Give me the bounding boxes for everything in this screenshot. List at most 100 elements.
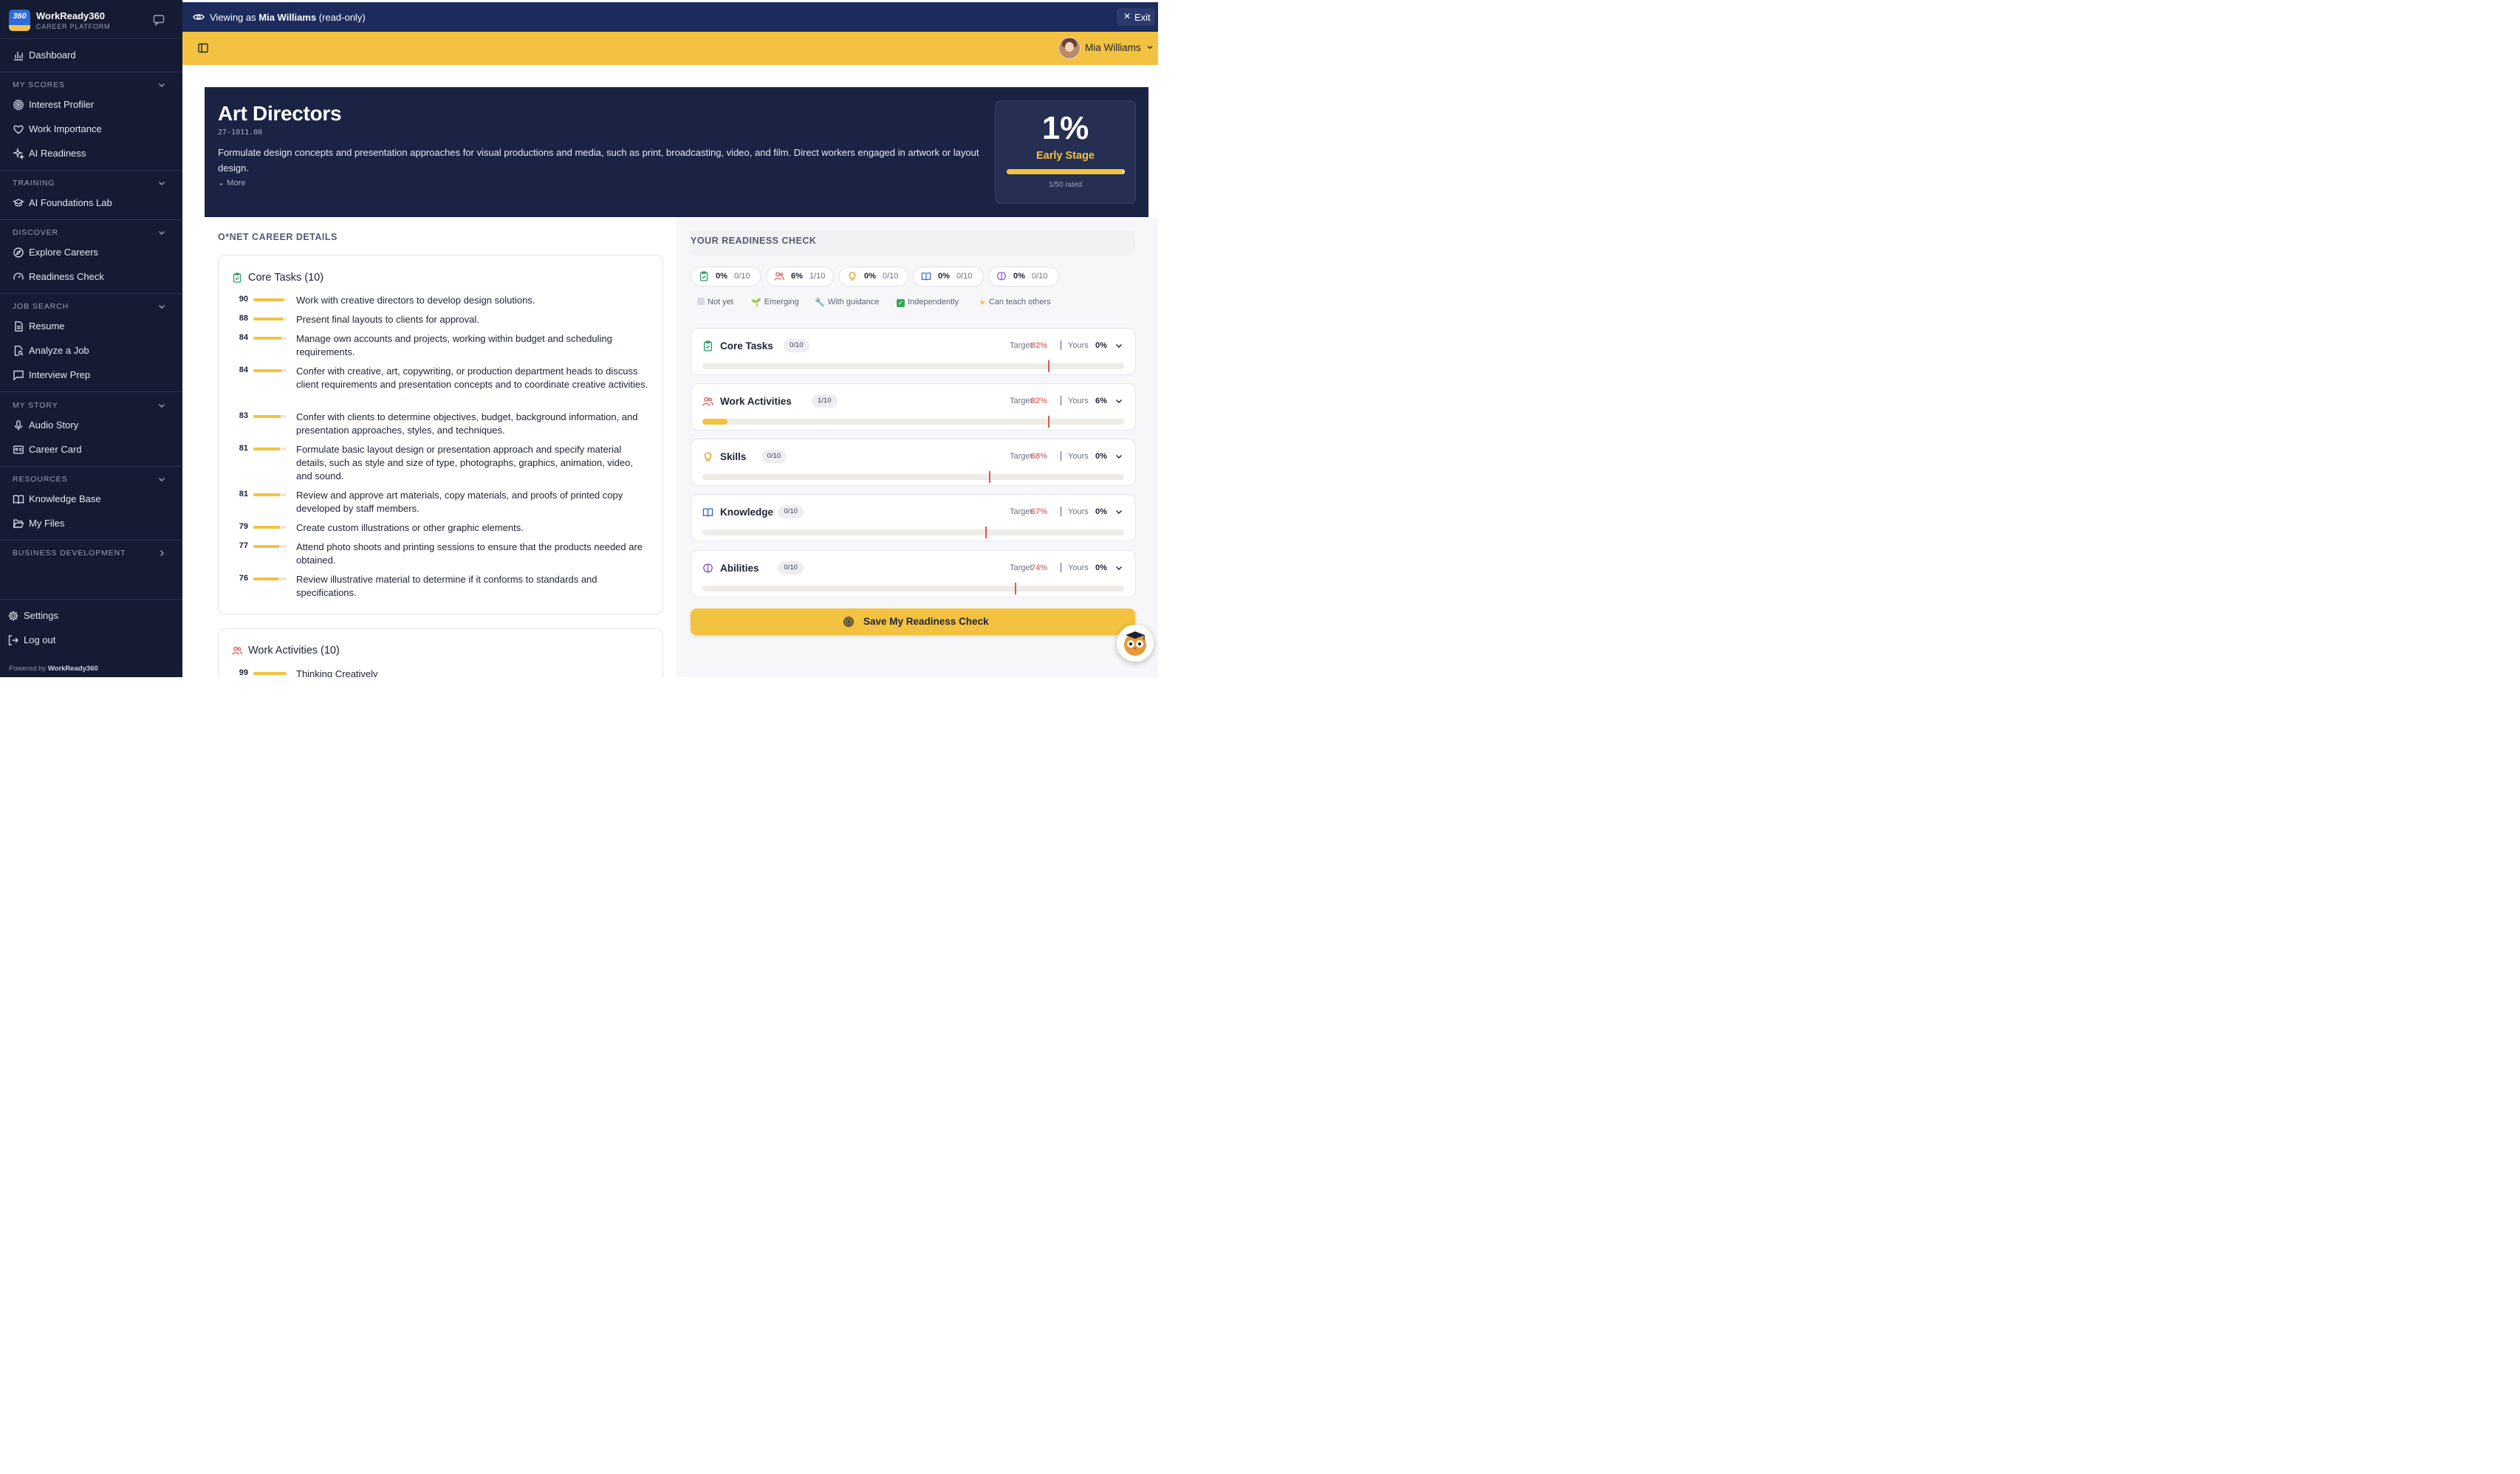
target-value: 74% bbox=[1031, 563, 1048, 572]
category-progress-fill bbox=[702, 419, 728, 425]
legend-with-guidance: 🔧 With guidance bbox=[815, 298, 879, 307]
legend-label: With guidance bbox=[827, 298, 880, 306]
chevron-down-icon[interactable] bbox=[1115, 452, 1123, 461]
chevron-down-icon[interactable] bbox=[157, 80, 166, 89]
sidebar-item-ai-foundations-lab[interactable]: AI Foundations Lab bbox=[0, 192, 182, 214]
sidebar-item-analyze-a-job[interactable]: Analyze a Job bbox=[0, 340, 182, 362]
sidebar-item-interview-prep[interactable]: Interview Prep bbox=[0, 364, 182, 386]
chevron-down-icon[interactable] bbox=[1146, 44, 1154, 51]
avatar-face bbox=[1065, 42, 1074, 52]
chevron-down-icon[interactable] bbox=[157, 228, 166, 237]
sidebar-divider bbox=[0, 170, 182, 171]
sidebar-item-label: Work Importance bbox=[29, 123, 102, 134]
sidebar-item-my-files[interactable]: My Files bbox=[0, 513, 182, 535]
legend-label: Independently bbox=[908, 298, 959, 306]
readiness-category-abilities[interactable]: Abilities 0/10 Target 74% Yours 0% bbox=[691, 550, 1136, 597]
sidebar-item-settings[interactable]: Settings bbox=[0, 605, 182, 627]
target-marker bbox=[989, 471, 991, 483]
task-text: Thinking Creatively bbox=[296, 668, 378, 677]
sidebar-item-label: My Files bbox=[29, 518, 65, 529]
more-toggle[interactable]: ⌄ More bbox=[218, 178, 245, 188]
chat-icon[interactable] bbox=[153, 14, 165, 26]
task-score-bar bbox=[253, 448, 287, 450]
readiness-category-knowledge[interactable]: Knowledge 0/10 Target 67% Yours 0% bbox=[691, 494, 1136, 541]
task-text: Formulate basic layout design or present… bbox=[296, 444, 633, 481]
exit-button[interactable]: ✕ Exit bbox=[1117, 8, 1155, 26]
readiness-category-skills[interactable]: Skills 0/10 Target 68% Yours 0% bbox=[691, 439, 1136, 486]
chevron-down-icon[interactable] bbox=[157, 475, 166, 484]
chip-fraction: 1/10 bbox=[809, 272, 826, 281]
bar-chart-icon bbox=[14, 52, 23, 61]
task-score-fill bbox=[253, 318, 283, 320]
chevron-down-icon: ⌄ bbox=[218, 179, 225, 188]
task-score: 90 bbox=[239, 295, 248, 304]
chevron-down-icon[interactable] bbox=[1115, 341, 1123, 350]
viewing-suffix: (read-only) bbox=[318, 12, 366, 23]
sidebar-item-work-importance[interactable]: Work Importance bbox=[0, 118, 182, 140]
work-activities-title: Work Activities (10) bbox=[248, 645, 340, 657]
user-menu-name[interactable]: Mia Williams bbox=[1085, 42, 1141, 53]
sidebar-item-logout[interactable]: Log out bbox=[0, 629, 182, 651]
chevron-down-icon[interactable] bbox=[1115, 563, 1123, 572]
core-tasks-title: Core Tasks (10) bbox=[248, 272, 324, 284]
sidebar-item-career-card[interactable]: Career Card bbox=[0, 439, 182, 461]
task-score-fill bbox=[253, 298, 284, 301]
task-score-fill bbox=[253, 448, 281, 450]
sidebar-item-label: Dashboard bbox=[29, 49, 76, 61]
readiness-category-core-tasks[interactable]: Core Tasks 0/10 Target 82% Yours 0% bbox=[691, 328, 1136, 375]
chevron-right-icon[interactable] bbox=[157, 549, 166, 558]
sidebar-toggle-icon[interactable] bbox=[197, 42, 209, 54]
brand-logo[interactable]: 360 bbox=[9, 10, 30, 31]
message-square-icon bbox=[13, 370, 24, 381]
chevron-down-icon[interactable] bbox=[157, 401, 166, 410]
sidebar-divider bbox=[0, 466, 182, 467]
sidebar-item-interest-profiler[interactable]: Interest Profiler bbox=[0, 94, 182, 116]
sidebar-item-readiness-check[interactable]: Readiness Check bbox=[0, 266, 182, 288]
summary-chip: 0% 0/10 bbox=[691, 267, 761, 287]
legend-independently: ✓ Independently bbox=[897, 298, 959, 307]
lightbulb-icon bbox=[847, 271, 857, 281]
chip-percent: 0% bbox=[938, 272, 950, 281]
target-value: 67% bbox=[1031, 507, 1048, 516]
summary-chip: 6% 1/10 bbox=[766, 267, 834, 287]
sidebar-item-ai-readiness[interactable]: AI Readiness bbox=[0, 143, 182, 165]
legend-emerging: 🌱 Emerging bbox=[751, 298, 799, 307]
star-icon: ★ bbox=[979, 298, 986, 307]
sidebar: 360 WorkReady360 CAREER PLATFORM Dashboa… bbox=[0, 0, 182, 677]
assistant-mascot[interactable] bbox=[1117, 625, 1154, 662]
save-readiness-button[interactable]: Save My Readiness Check bbox=[691, 609, 1135, 635]
target-label: Target bbox=[1010, 397, 1033, 405]
target-icon bbox=[843, 617, 854, 627]
sidebar-item-resume[interactable]: Resume bbox=[0, 315, 182, 337]
task-score-bar bbox=[253, 298, 287, 301]
log-out-icon bbox=[8, 635, 18, 645]
sidebar-divider bbox=[0, 219, 182, 220]
chevron-down-icon[interactable] bbox=[157, 302, 166, 311]
viewing-user: Mia Williams bbox=[258, 12, 317, 23]
readiness-percent: 1% bbox=[1041, 110, 1089, 146]
yours-value: 0% bbox=[1095, 563, 1107, 572]
owl-mascot-icon bbox=[1124, 631, 1146, 656]
yours-label: Yours bbox=[1068, 397, 1089, 405]
avatar[interactable] bbox=[1058, 37, 1081, 59]
task-score-bar bbox=[253, 672, 287, 675]
sidebar-item-dashboard[interactable]: Dashboard bbox=[0, 44, 182, 66]
chevron-down-icon[interactable] bbox=[1115, 507, 1123, 516]
sidebar-item-audio-story[interactable]: Audio Story bbox=[0, 414, 182, 436]
yours-value: 0% bbox=[1095, 341, 1107, 350]
sidebar-item-label: Readiness Check bbox=[29, 271, 104, 282]
task-score-fill bbox=[253, 577, 279, 580]
summary-chip: 0% 0/10 bbox=[988, 267, 1059, 287]
task-score: 99 bbox=[239, 668, 248, 677]
yours-label: Yours bbox=[1068, 341, 1089, 350]
sidebar-item-explore-careers[interactable]: Explore Careers bbox=[0, 241, 182, 264]
section-label-resources: RESOURCES bbox=[13, 475, 68, 484]
chevron-down-icon[interactable] bbox=[1115, 397, 1123, 405]
chevron-down-icon[interactable] bbox=[157, 179, 166, 188]
target-label: Target bbox=[1010, 452, 1033, 461]
readiness-category-work-activities[interactable]: Work Activities 1/10 Target 82% Yours 6% bbox=[691, 383, 1136, 431]
sidebar-item-knowledge-base[interactable]: Knowledge Base bbox=[0, 488, 182, 510]
task-score: 84 bbox=[239, 366, 248, 374]
save-label: Save My Readiness Check bbox=[863, 616, 989, 627]
people-icon bbox=[774, 271, 784, 281]
